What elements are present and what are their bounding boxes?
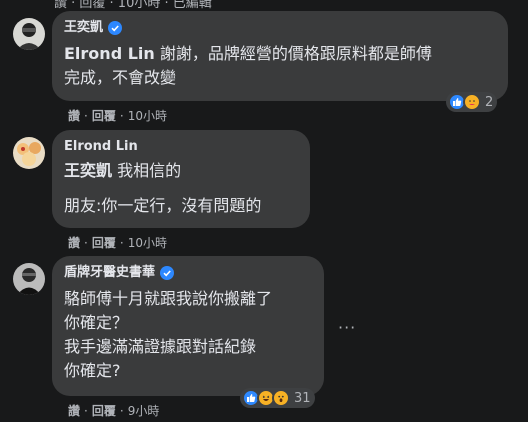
previous-comment-actions: 讚 · 回覆 · 10小時 · 已編輯 — [54, 0, 212, 11]
mention-link[interactable]: 王奕凱 — [64, 161, 112, 180]
comment-text: 駱師傅十月就跟我說你搬離了 你確定？ 我手邊滿滿證據跟對話紀錄 你確定? — [64, 287, 312, 383]
comment-bubble: 盾牌牙醫史書華 駱師傅十月就跟我說你搬離了 你確定？ 我手邊滿滿證據跟對話紀錄 … — [52, 256, 324, 396]
avatar[interactable] — [13, 18, 45, 50]
comment-bubble: 王奕凱 Elrond Lin 謝謝，品牌經營的價格跟原料都是師傅 完成，不會改變 — [52, 11, 508, 101]
timestamp[interactable]: 10小時 — [128, 109, 167, 123]
like-button[interactable]: 讚 — [68, 404, 80, 418]
wow-reaction-icon — [272, 389, 290, 407]
avatar[interactable] — [13, 137, 45, 169]
comment-text: 朋友:你一定行，沒有問題的 — [64, 194, 298, 218]
verified-badge-icon — [108, 21, 123, 35]
like-button[interactable]: 讚 — [68, 109, 80, 123]
reaction-count: 31 — [294, 390, 311, 406]
reaction-summary[interactable]: 31 — [240, 388, 315, 408]
comment-actions: 讚 · 回覆 · 9小時 — [68, 404, 160, 418]
care-reaction-icon — [463, 93, 481, 111]
mention-link[interactable]: Elrond Lin — [64, 44, 155, 63]
comment-line: 我手邊滿滿證據跟對話紀錄 — [64, 337, 257, 356]
reaction-count: 2 — [485, 94, 494, 110]
author-name[interactable]: Elrond Lin — [64, 138, 138, 156]
reply-button[interactable]: 回覆 — [92, 109, 116, 123]
comment-line: 你確定？ — [64, 313, 129, 332]
comment-actions: 讚 · 回覆 · 10小時 — [68, 109, 167, 123]
comment-line: 我相信的 — [117, 161, 182, 180]
timestamp[interactable]: 10小時 — [128, 236, 167, 250]
comment-line: 你確定? — [64, 361, 121, 380]
reply-button[interactable]: 回覆 — [92, 236, 116, 250]
comment-actions: 讚 · 回覆 · 10小時 — [68, 236, 167, 250]
comment-author: Elrond Lin — [64, 138, 298, 156]
comment-author: 盾牌牙醫史書華 — [64, 264, 312, 282]
comment-line: 謝謝，品牌經營的價格跟原料都是師傅 — [159, 44, 432, 63]
reply-button[interactable]: 回覆 — [92, 404, 116, 418]
reaction-summary[interactable]: 2 — [446, 92, 498, 112]
author-name[interactable]: 盾牌牙醫史書華 — [64, 264, 155, 282]
like-button[interactable]: 讚 — [68, 236, 80, 250]
comment-bubble: Elrond Lin 王奕凱 我相信的 朋友:你一定行，沒有問題的 — [52, 130, 310, 228]
comment-line: 朋友:你一定行，沒有問題的 — [64, 196, 262, 215]
timestamp[interactable]: 9小時 — [128, 404, 160, 418]
verified-badge-icon — [160, 266, 175, 280]
comment-text: 王奕凱 我相信的 — [64, 159, 298, 183]
more-options-button[interactable]: ··· — [338, 318, 356, 337]
author-name[interactable]: 王奕凱 — [64, 19, 103, 37]
comment-line: 駱師傅十月就跟我說你搬離了 — [64, 289, 273, 308]
comment-author: 王奕凱 — [64, 19, 496, 37]
avatar[interactable] — [13, 263, 45, 295]
comment-text: Elrond Lin 謝謝，品牌經營的價格跟原料都是師傅 完成，不會改變 — [64, 42, 496, 90]
comment-line: 完成，不會改變 — [64, 68, 177, 87]
